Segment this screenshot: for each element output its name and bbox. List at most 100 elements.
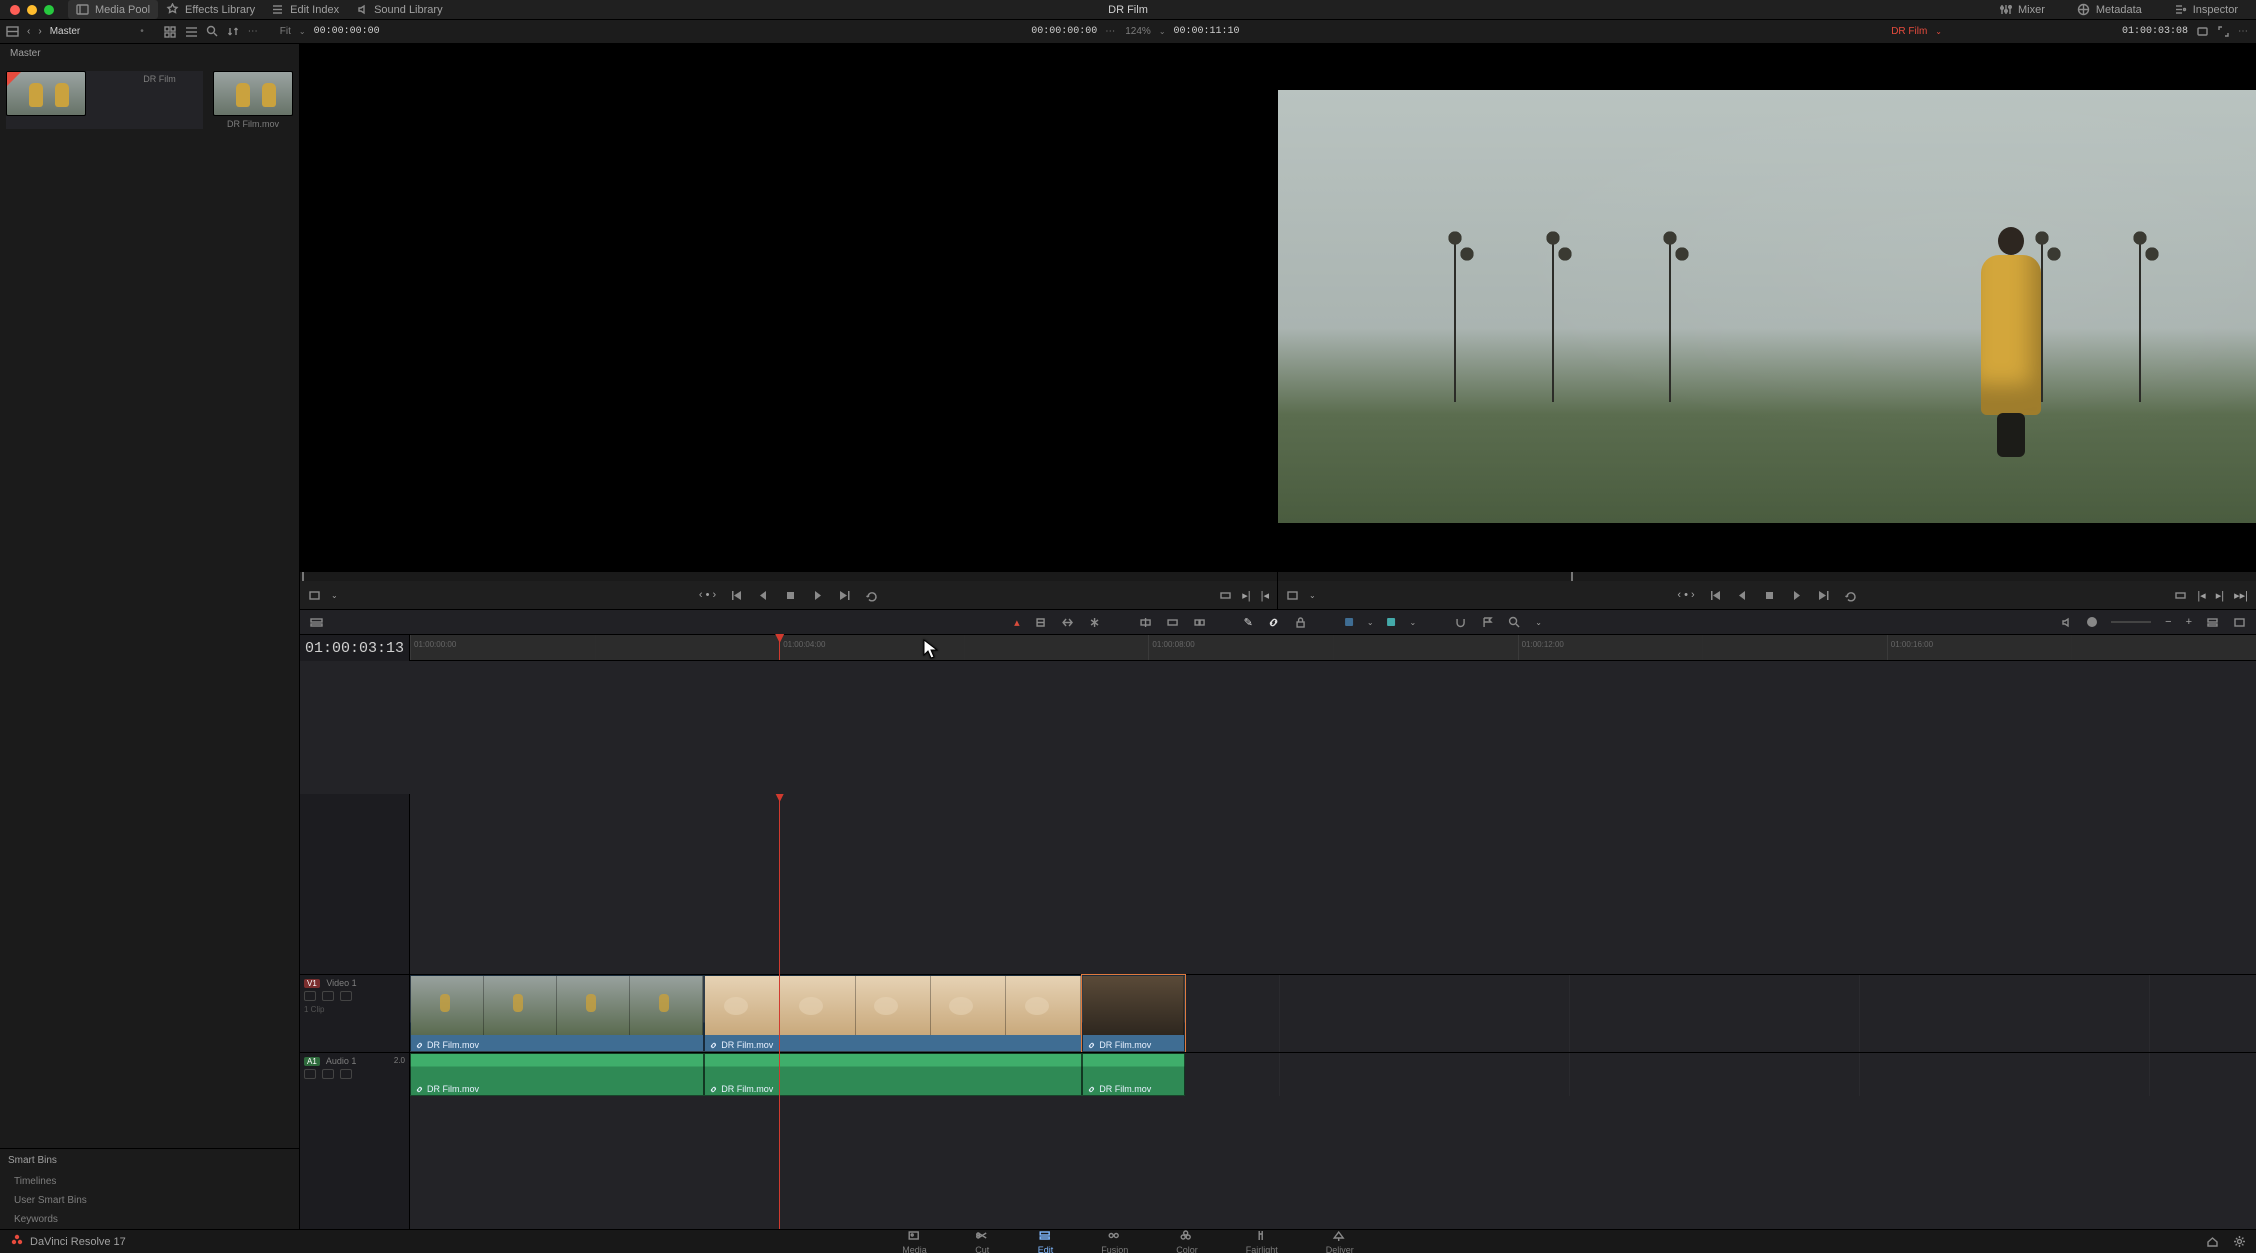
effects-library-panel-toggle[interactable]: Effects Library [158,0,263,19]
viewer-zoom[interactable]: 124% [1125,26,1151,37]
source-canvas[interactable] [300,44,1277,571]
src-go-start-button[interactable] [730,589,743,602]
page-tab-fusion[interactable]: Fusion [1101,1229,1128,1253]
prg-match-frame[interactable]: ‹ • › [1677,589,1694,601]
src-next-edit[interactable]: ▸| [1242,589,1250,602]
thumb-view-button[interactable] [164,25,177,38]
audio-clip[interactable]: DR Film.mov [410,1053,704,1096]
zoom-timeline-button[interactable] [1508,616,1521,629]
video-clip[interactable]: DR Film.mov [410,975,704,1052]
atrack-solo[interactable] [340,1069,352,1079]
timeline-opts-a[interactable] [2206,616,2219,629]
zoom-in-button[interactable]: + [2186,616,2192,628]
page-tab-color[interactable]: Color [1176,1229,1198,1253]
bin-fwd-button[interactable]: › [38,26,41,37]
timeline-opts-b[interactable] [2233,616,2246,629]
src-match-frame[interactable]: ‹ • › [699,589,716,601]
page-tab-deliver[interactable]: Deliver [1326,1229,1354,1253]
audio-clip[interactable]: DR Film.mov [704,1053,1082,1096]
record-options[interactable]: ⋯ [2238,26,2250,37]
video-lane[interactable]: DR Film.movDR Film.movDR Film.mov [410,974,2256,1052]
search-button[interactable] [206,25,219,38]
vtrack-auto[interactable] [322,991,334,1001]
source-fit-chevron[interactable]: ⌄ [299,27,306,36]
prg-go-start-button[interactable] [1709,589,1722,602]
audio-mute-button[interactable] [2060,616,2073,629]
trim-tool[interactable] [1034,616,1047,629]
prg-loop-button[interactable] [1844,589,1857,602]
prg-next-edit[interactable]: ▸| [2216,589,2224,602]
snap-button[interactable] [1454,616,1467,629]
dynamic-trim-tool[interactable] [1061,616,1074,629]
bin-options-button[interactable]: ⋯ [248,26,260,37]
audio-track-header[interactable]: A1 Audio 1 2.0 [300,1052,409,1096]
mixer-panel-toggle[interactable]: Mixer [1991,0,2053,19]
page-tab-edit[interactable]: Edit [1038,1229,1054,1253]
overwrite-clip-button[interactable] [1166,616,1179,629]
src-play-button[interactable] [811,589,824,602]
link-button[interactable] [1267,616,1280,629]
page-tab-fairlight[interactable]: Fairlight [1246,1229,1278,1253]
marker-button[interactable]: ✎ [1244,616,1253,629]
flag-button[interactable] [1481,616,1494,629]
track-lanes[interactable]: DR Film.movDR Film.movDR Film.mov DR Fil… [410,794,2256,1229]
prg-play-button[interactable] [1790,589,1803,602]
src-go-end-button[interactable] [838,589,851,602]
timeline-ruler[interactable]: 01:00:00:0001:00:04:0001:00:08:0001:00:1… [410,635,2256,661]
media-pool-panel-toggle[interactable]: Media Pool [68,0,158,19]
audio-color-swatch[interactable] [1388,618,1396,626]
smart-bin-item[interactable]: Timelines [0,1172,299,1191]
smart-bin-item[interactable]: Keywords [0,1210,299,1229]
atrack-lock[interactable] [304,1069,316,1079]
src-step-back-button[interactable] [757,589,770,602]
src-inout-button[interactable] [1219,589,1232,602]
inspector-panel-toggle[interactable]: Inspector [2166,0,2246,19]
prg-go-end-button[interactable] [1817,589,1830,602]
atrack-mute[interactable] [322,1069,334,1079]
source-fit-label[interactable]: Fit [280,26,291,37]
bin-list-view-button[interactable] [6,25,19,38]
audio-lane[interactable]: DR Film.movDR Film.movDR Film.mov [410,1052,2256,1096]
bin-header[interactable]: Master [0,44,299,63]
blade-tool[interactable] [1088,616,1101,629]
full-screen-button[interactable] [2217,25,2230,38]
src-prev-edit[interactable]: |◂ [1261,589,1269,602]
timeline-name[interactable]: DR Film [1891,26,1927,37]
metadata-panel-toggle[interactable]: Metadata [2069,0,2150,19]
prg-inout-button[interactable] [2174,589,2187,602]
breadcrumb-root[interactable]: Master [50,26,81,37]
bin-back-button[interactable]: ‹ [27,26,30,37]
program-canvas[interactable] [1278,44,2256,571]
video-clip[interactable]: DR Film.mov [704,975,1082,1052]
video-track-header[interactable]: V1 Video 1 1 Clip [300,974,409,1052]
src-stop-button[interactable] [784,589,797,602]
close-window-button[interactable] [10,5,20,15]
src-loop-button[interactable] [865,589,878,602]
media-clip-thumb[interactable]: DR Film.mov [213,71,293,129]
timeline-name-chevron[interactable]: ⌄ [1935,27,1942,36]
prg-prev-edit[interactable]: |◂ [2197,589,2205,602]
zoom-out-button[interactable]: − [2165,616,2171,628]
project-settings-button[interactable] [2233,1235,2246,1248]
timeline-view-options[interactable] [310,616,323,629]
vtrack-enable[interactable] [340,991,352,1001]
prg-last-edit[interactable]: ▸▸| [2234,589,2248,602]
lock-button[interactable] [1294,616,1307,629]
viewer-zoom-chevron[interactable]: ⌄ [1159,27,1166,36]
zoom-chevron[interactable]: ⌄ [1535,618,1542,627]
prg-mode-chevron[interactable]: ⌄ [1309,591,1316,600]
program-scrubber[interactable] [1278,571,2256,581]
audio-clip[interactable]: DR Film.mov [1082,1053,1185,1096]
page-tab-media[interactable]: Media [902,1229,927,1253]
selection-tool[interactable]: ▴ [1014,616,1020,629]
home-button[interactable] [2206,1235,2219,1248]
src-options[interactable]: ⋯ [1105,26,1117,37]
list-view-button[interactable] [185,25,198,38]
sort-button[interactable] [227,25,240,38]
prg-stop-button[interactable] [1763,589,1776,602]
vtrack-lock[interactable] [304,991,316,1001]
maximize-window-button[interactable] [44,5,54,15]
minimize-window-button[interactable] [27,5,37,15]
src-mode-button[interactable] [308,589,321,602]
media-timeline-thumb[interactable]: DR Film [6,71,203,129]
